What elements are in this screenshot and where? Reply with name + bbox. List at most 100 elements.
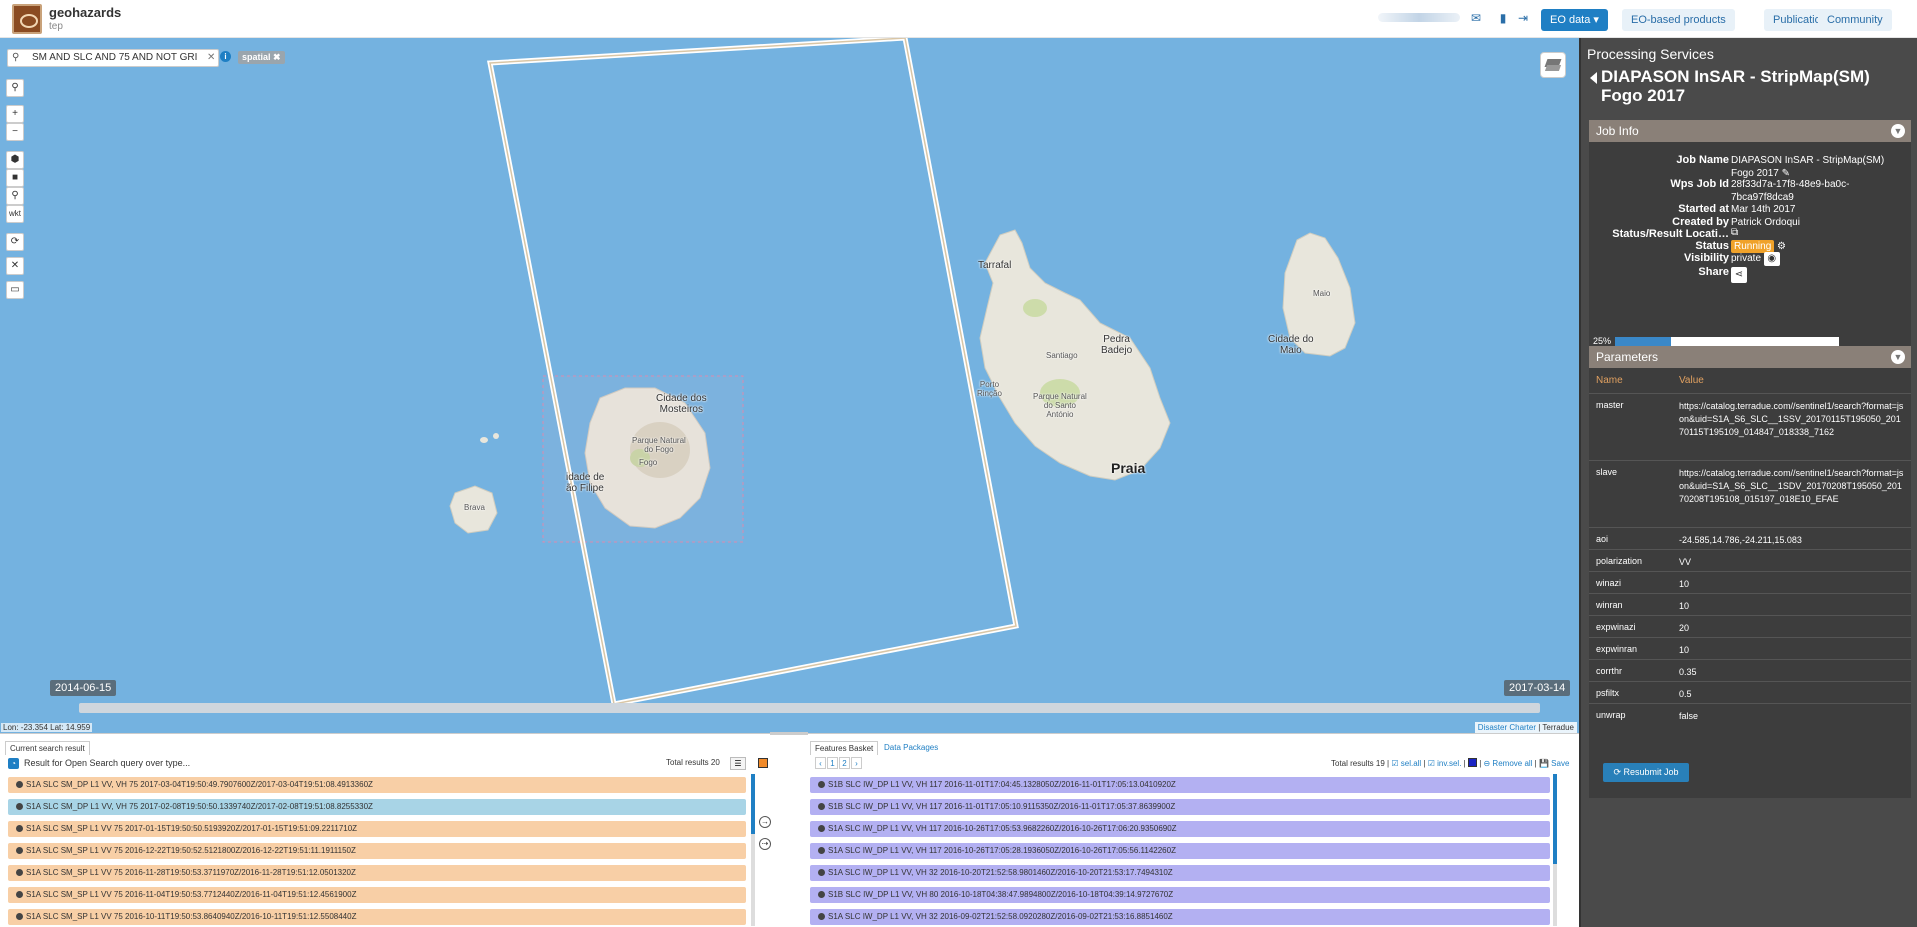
measure-icon[interactable]: ▭ (6, 281, 24, 299)
mail-icon[interactable]: ✉ (1469, 11, 1483, 25)
basket-row[interactable]: S1A SLC IW_DP L1 VV, VH 117 2016-10-26T1… (810, 843, 1550, 859)
result-title: S1A SLC SM_DP L1 VV, VH 75 2017-03-04T19… (26, 780, 373, 789)
param-name: aoi (1596, 534, 1609, 544)
search-result-row[interactable]: S1A SLC SM_SP L1 VV 75 2016-11-04T19:50:… (8, 887, 746, 903)
eo-based-products-button[interactable]: EO-based products (1622, 9, 1735, 31)
search-result-row[interactable]: S1A SLC SM_DP L1 VV, VH 75 2017-02-08T19… (8, 799, 746, 815)
search-result-row[interactable]: S1A SLC SM_SP L1 VV 75 2016-10-11T19:50:… (8, 909, 746, 925)
basket-row[interactable]: S1A SLC IW_DP L1 VV, VH 117 2016-10-26T1… (810, 821, 1550, 837)
timeline-slider[interactable] (79, 703, 1540, 713)
job-title: DIAPASON InSAR - StripMap(SM) Fogo 2017 (1601, 67, 1870, 105)
left-scrollbar-thumb[interactable] (751, 774, 755, 834)
invert-selection-button[interactable]: ☑ inv.sel. (1428, 759, 1462, 768)
search-result-row[interactable]: S1A SLC SM_SP L1 VV 75 2017-01-15T19:50:… (8, 821, 746, 837)
basket-row[interactable]: S1B SLC IW_DP L1 VV, VH 117 2016-11-01T1… (810, 777, 1550, 793)
logout-icon[interactable]: ⇥ (1516, 11, 1530, 25)
gear-icon[interactable]: ⚙ (1777, 241, 1786, 252)
job-info-header[interactable]: Job Info ▼ (1589, 120, 1911, 142)
place-label: Cidade do Maio (1268, 334, 1314, 356)
zoom-out-button[interactable]: − (6, 123, 24, 141)
rss-icon[interactable]: ◔ (8, 758, 19, 769)
footprint-inner (489, 38, 1017, 705)
search-query[interactable]: SM AND SLC AND 75 AND NOT GRI (32, 52, 202, 63)
islet (493, 433, 499, 439)
visibility-toggle-icon[interactable]: ◉ (1763, 252, 1780, 266)
geohazards-logo-icon[interactable] (12, 4, 42, 34)
visibility-value: private ◉ (1731, 252, 1906, 266)
param-value: 0.5 (1679, 689, 1692, 699)
param-value: -24.585,14.786,-24.211,15.083 (1679, 535, 1802, 545)
top-navbar: geohazards tep ✉ ▮ ⇥ EO data ▾ EO-based … (0, 0, 1917, 38)
resize-handle[interactable] (770, 732, 808, 735)
search-result-row[interactable]: S1A SLC SM_SP L1 VV 75 2016-12-22T19:50:… (8, 843, 746, 859)
pager-next[interactable]: › (851, 757, 862, 769)
refresh-icon[interactable]: ⟳ (6, 233, 24, 251)
wps-job-id-label: Wps Job Id (1670, 178, 1729, 190)
timeline-end-date: 2017-03-14 (1504, 680, 1571, 696)
save-button[interactable]: 💾 Save (1539, 759, 1569, 768)
param-row-winran: winran 10 (1589, 593, 1911, 615)
username-blurred[interactable] (1378, 13, 1460, 22)
share-icon[interactable]: ⋖ (1731, 267, 1747, 283)
wps-job-id-value: 28f33d7a-17f8-48e9-ba0c-7bca97f8dca9 (1731, 179, 1850, 203)
book-icon[interactable]: ▮ (1496, 11, 1510, 25)
globe-icon (16, 781, 23, 788)
param-row-aoi: aoi -24.585,14.786,-24.211,15.083 (1589, 527, 1911, 549)
select-all-button[interactable]: ☑ sel.all (1391, 759, 1421, 768)
layers-icon[interactable] (1540, 52, 1566, 78)
place-label: Parque Natural do Fogo (632, 436, 686, 454)
clear-search-icon[interactable]: ✕ (207, 52, 215, 63)
zoom-search-icon[interactable]: ⚲ (6, 79, 24, 97)
add-to-basket-icon[interactable]: → (759, 816, 771, 828)
chevron-down-icon[interactable]: ▼ (1891, 124, 1905, 138)
basket-row[interactable]: S1B SLC IW_DP L1 VV, VH 117 2016-11-01T1… (810, 799, 1550, 815)
param-value: false (1679, 711, 1699, 721)
search-result-row[interactable]: S1A SLC SM_DP L1 VV, VH 75 2017-03-04T19… (8, 777, 746, 793)
info-icon[interactable]: i (220, 51, 231, 62)
tab-data-packages[interactable]: Data Packages (880, 741, 942, 755)
resubmit-job-button[interactable]: ⟳ Resubmit Job (1603, 763, 1689, 782)
pager-page-1[interactable]: 1 (827, 757, 838, 769)
back-icon[interactable] (1590, 72, 1597, 84)
place-label: Praia (1111, 460, 1146, 476)
map-view[interactable]: Tarrafal Pedra Badejo Santiago Porto Rin… (0, 38, 1579, 733)
spatial-filter-tag[interactable]: spatial ✖ (238, 51, 285, 64)
remove-from-basket-icon[interactable]: ⇢ (759, 838, 771, 850)
parameters-header[interactable]: Parameters ▼ (1589, 346, 1911, 368)
clear-drawing-icon[interactable]: ✕ (6, 257, 24, 275)
tab-current-search-result[interactable]: Current search result (5, 741, 90, 755)
color-swatch[interactable] (1467, 758, 1477, 767)
pager-prev[interactable]: ‹ (815, 757, 826, 769)
tab-features-basket[interactable]: Features Basket (810, 741, 879, 755)
eo-data-dropdown[interactable]: EO data ▾ (1541, 9, 1608, 31)
pager-page-2[interactable]: 2 (839, 757, 850, 769)
draw-polygon-icon[interactable]: ⬢ (6, 151, 24, 169)
zoom-in-button[interactable]: + (6, 105, 24, 123)
wkt-button[interactable]: wkt (6, 205, 24, 223)
param-value: VV (1679, 557, 1692, 567)
globe-icon (818, 803, 825, 810)
param-value: 10 (1679, 601, 1690, 611)
list-view-icon[interactable]: ☰ (730, 757, 746, 770)
globe-icon (16, 913, 23, 920)
search-icon[interactable]: ⚲ (12, 52, 24, 64)
panel-title: Processing Services (1587, 46, 1714, 62)
draw-point-icon[interactable]: ⚲ (6, 187, 24, 205)
search-result-row[interactable]: S1A SLC SM_SP L1 VV 75 2016-11-28T19:50:… (8, 865, 746, 881)
right-scrollbar-thumb[interactable] (1553, 774, 1557, 864)
draw-rectangle-icon[interactable]: ■ (6, 169, 24, 187)
coordinates-readout: Lon: -23.354 Lat: 14.959 (1, 723, 93, 732)
basket-row[interactable]: S1A SLC IW_DP L1 VV, VH 32 2016-10-20T21… (810, 865, 1550, 881)
disaster-charter-link[interactable]: Disaster Charter (1478, 723, 1536, 732)
globe-icon (818, 781, 825, 788)
chevron-down-icon[interactable]: ▼ (1891, 350, 1905, 364)
community-button[interactable]: Community (1818, 9, 1892, 31)
color-swatch[interactable] (758, 758, 768, 768)
search-input[interactable]: ⚲ SM AND SLC AND 75 AND NOT GRI ✕ (7, 49, 219, 67)
logo-name[interactable]: geohazards (49, 5, 121, 20)
remove-all-button[interactable]: ⊖ Remove all (1484, 759, 1533, 768)
basket-row[interactable]: S1A SLC IW_DP L1 VV, VH 32 2016-09-02T21… (810, 909, 1550, 925)
left-total-results: Total results 20 (666, 758, 720, 767)
basket-row[interactable]: S1B SLC IW_DP L1 VV, VH 80 2016-10-18T04… (810, 887, 1550, 903)
external-link-icon[interactable]: ⧉ (1731, 226, 1906, 239)
